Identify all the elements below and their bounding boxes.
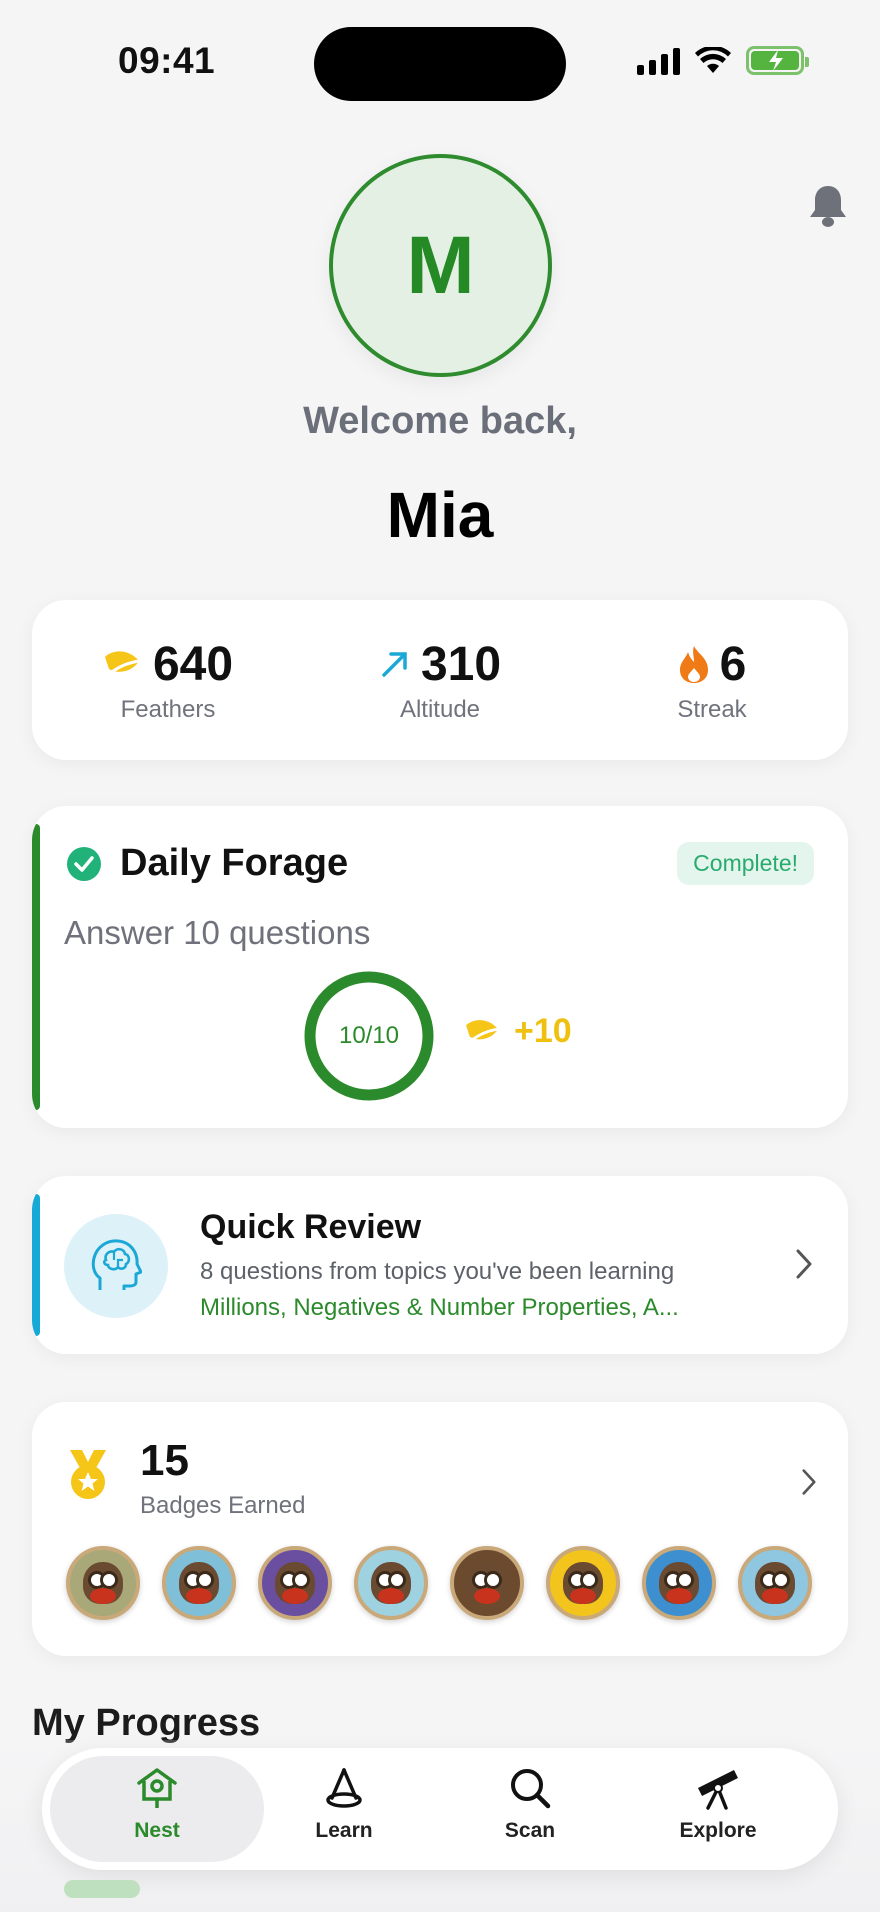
feather-icon [465, 1019, 499, 1045]
wifi-icon [695, 46, 731, 73]
badge-4-coin[interactable] [354, 1546, 428, 1620]
forage-accent-bar [32, 824, 40, 1110]
magnifier-icon [511, 1769, 551, 1809]
stat-streak[interactable]: 6 Streak [576, 636, 848, 724]
signal-icon [637, 47, 680, 75]
flame-icon [679, 646, 708, 683]
review-topics: Millions, Negatives & Number Properties,… [200, 1294, 679, 1321]
badges-label: Badges Earned [140, 1492, 306, 1519]
arrow-up-right-icon [382, 652, 407, 677]
daily-forage-card[interactable]: Daily Forage Complete! Answer 10 questio… [32, 806, 848, 1128]
badge-2-coin[interactable] [162, 1546, 236, 1620]
welcome-text: Welcome back, [303, 400, 577, 442]
username: Mia [386, 479, 494, 551]
medal-icon [70, 1450, 106, 1499]
altitude-label: Altitude [399, 696, 481, 723]
battery-icon [746, 46, 809, 75]
stats-card: 640 Feathers 310 Altitude 6 Streak [32, 600, 848, 760]
badge-row [66, 1546, 812, 1620]
status-time: 09:41 [118, 40, 216, 81]
progress-text: 10/10 [338, 1022, 400, 1049]
stat-feathers[interactable]: 640 Feathers [32, 636, 304, 724]
tab-label: Explore [679, 1819, 757, 1842]
avatar[interactable]: M [329, 154, 552, 377]
badge-5-coin[interactable] [450, 1546, 524, 1620]
reward-value: +10 [514, 1012, 572, 1050]
tab-scan[interactable]: Scan [440, 1766, 620, 1843]
streak-value: 6 [719, 637, 747, 691]
cone-icon [326, 1768, 362, 1808]
feathers-label: Feathers [120, 696, 216, 723]
chevron-right-icon[interactable] [800, 1468, 818, 1496]
badge-3-coin[interactable] [258, 1546, 332, 1620]
review-subtitle: 8 questions from topics you've been lear… [200, 1258, 675, 1285]
review-accent-bar [32, 1194, 40, 1336]
status-icons [637, 46, 809, 75]
scroll-indicator [64, 1880, 140, 1898]
altitude-value: 310 [420, 637, 502, 691]
streak-label: Streak [677, 696, 747, 723]
tab-label: Scan [504, 1819, 556, 1842]
tab-label: Learn [315, 1819, 373, 1842]
tab-label: Nest [134, 1819, 180, 1842]
section-title-my-progress: My Progress [32, 1702, 261, 1744]
feathers-value: 640 [152, 637, 234, 691]
badge-8-coin[interactable] [738, 1546, 812, 1620]
dynamic-island [314, 27, 566, 101]
badges-count: 15 [140, 1436, 189, 1485]
tab-bar: Nest Learn Scan Explore [42, 1748, 838, 1870]
badge-7-coin[interactable] [642, 1546, 716, 1620]
complete-badge: Complete! [677, 842, 814, 885]
forage-title: Daily Forage [120, 842, 349, 884]
telescope-icon [698, 1770, 738, 1810]
forage-subtitle: Answer 10 questions [64, 914, 371, 951]
reward: +10 [464, 1012, 572, 1051]
bell-icon[interactable] [808, 184, 848, 228]
brain-head-icon [64, 1214, 168, 1318]
tab-nest[interactable]: Nest [67, 1766, 247, 1843]
badge-1-coin[interactable] [66, 1546, 140, 1620]
badges-card[interactable]: 15 Badges Earned [32, 1402, 848, 1656]
chevron-right-icon[interactable] [794, 1248, 814, 1280]
tab-explore[interactable]: Explore [628, 1766, 808, 1843]
review-title: Quick Review [200, 1208, 422, 1246]
stat-altitude[interactable]: 310 Altitude [304, 636, 576, 724]
feather-icon [104, 651, 140, 679]
home-screen: 09:41 M Welcome back, Mia 640 Feathers 3… [0, 0, 880, 1912]
check-circle-icon [67, 847, 101, 881]
tab-learn[interactable]: Learn [254, 1766, 434, 1843]
quick-review-card[interactable]: Quick Review 8 questions from topics you… [32, 1176, 848, 1354]
birdhouse-icon [137, 1768, 177, 1808]
badge-6-coin[interactable] [546, 1546, 620, 1620]
